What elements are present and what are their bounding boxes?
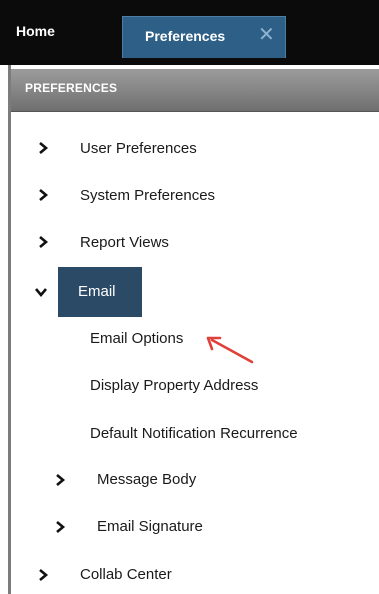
menu-item-email[interactable]: Email [58,267,142,317]
chevron-down-icon[interactable] [34,285,48,299]
chevron-right-icon[interactable] [36,188,50,202]
panel-header: PREFERENCES [11,69,379,112]
menu-item-email-label: Email [78,283,116,300]
chevron-right-icon[interactable] [36,568,50,582]
tab-home[interactable]: Home [16,23,55,39]
menu-item-email-signature[interactable]: Email Signature [97,518,203,535]
menu-item-email-options[interactable]: Email Options [90,330,183,347]
tab-preferences[interactable]: Preferences ✕ [122,16,286,58]
menu-item-default-notification-recurrence[interactable]: Default Notification Recurrence [90,425,298,442]
chevron-right-icon[interactable] [53,520,67,534]
menu-item-message-body[interactable]: Message Body [97,471,196,488]
menu-item-system-preferences[interactable]: System Preferences [80,187,215,204]
top-tab-bar: Home Preferences ✕ [0,0,379,65]
chevron-right-icon[interactable] [36,235,50,249]
menu-item-user-preferences[interactable]: User Preferences [80,140,197,157]
annotation-arrow-icon [206,336,254,364]
chevron-right-icon[interactable] [53,473,67,487]
panel-title: PREFERENCES [25,81,118,95]
close-icon[interactable]: ✕ [258,22,275,47]
chevron-right-icon[interactable] [36,141,50,155]
menu-item-collab-center[interactable]: Collab Center [80,566,172,583]
tab-preferences-label: Preferences [145,28,226,44]
menu-item-report-views[interactable]: Report Views [80,234,169,251]
menu-item-display-property-address[interactable]: Display Property Address [90,377,258,394]
